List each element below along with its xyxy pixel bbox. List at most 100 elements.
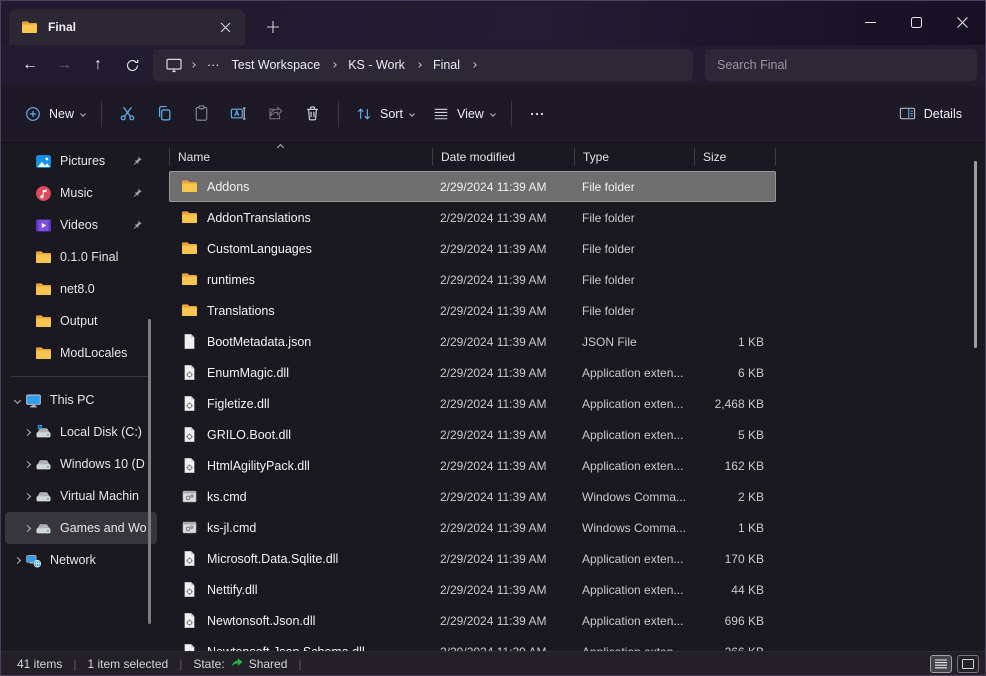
sidebar-item-net8-0[interactable]: net8.0 [5,273,157,305]
file-list-scrollbar[interactable] [974,161,977,348]
share-button[interactable] [257,96,294,132]
folder-icon [181,209,198,226]
file-size: 6 KB [694,366,776,380]
sidebar-item-videos[interactable]: Videos [5,209,157,241]
file-row-htmlagilitypack-dll[interactable]: HtmlAgilityPack.dll2/29/2024 11:39 AMApp… [169,450,776,481]
breadcrumb-segment-ks-work[interactable]: KS - Work [342,58,411,72]
refresh-icon[interactable] [115,50,149,80]
new-tab-icon[interactable] [261,15,285,39]
chevron-right-icon[interactable] [23,460,30,467]
file-row-grilo-boot-dll[interactable]: GRILO.Boot.dll2/29/2024 11:39 AMApplicat… [169,419,776,450]
chevron-right-icon[interactable] [190,62,196,68]
file-name: Nettify.dll [207,583,257,597]
sidebar-item-local-disk-c[interactable]: Local Disk (C:) [5,416,157,448]
date-modified: 2/29/2024 11:39 AM [432,242,574,256]
sidebar-item-pictures[interactable]: Pictures [5,145,157,177]
forward-arrow-icon[interactable]: → [47,50,81,80]
file-name: HtmlAgilityPack.dll [207,459,310,473]
sidebar-item-music[interactable]: Music [5,177,157,209]
chevron-down-icon[interactable] [13,396,20,403]
file-type: Application exten... [574,583,694,597]
file-explorer-window: Final ← → ↑ ···Test WorkspaceKS - [0,0,986,676]
delete-button[interactable] [294,96,331,132]
file-name: AddonTranslations [207,211,311,225]
file-row-customlanguages[interactable]: CustomLanguages2/29/2024 11:39 AMFile fo… [169,233,776,264]
file-size: 44 KB [694,583,776,597]
view-button[interactable]: View [423,96,504,132]
chevron-right-icon[interactable] [23,428,30,435]
chevron-right-icon[interactable] [23,524,30,531]
sidebar-item-0-1-0-final[interactable]: 0.1.0 Final [5,241,157,273]
sidebar-item-virtual-machin[interactable]: Virtual Machin [5,480,157,512]
sidebar-item-games-and-wo[interactable]: Games and Wo [5,512,157,544]
breadcrumb-segment-final[interactable]: Final [427,58,466,72]
search-input[interactable] [705,49,977,81]
breadcrumb-segment-test-workspace[interactable]: Test Workspace [226,58,327,72]
file-size: 2,468 KB [694,397,776,411]
column-header-type[interactable]: Type [574,148,694,166]
file-row-ks-cmd[interactable]: ks.cmd2/29/2024 11:39 AMWindows Comma...… [169,481,776,512]
file-type: File folder [574,273,694,287]
chevron-down-icon [409,111,415,117]
tab-title: Final [48,20,213,34]
file-row-microsoft-data-sqlite-dll[interactable]: Microsoft.Data.Sqlite.dll2/29/2024 11:39… [169,543,776,574]
sidebar-item-output[interactable]: Output [5,305,157,337]
chevron-right-icon[interactable] [23,492,30,499]
file-row-addontranslations[interactable]: AddonTranslations2/29/2024 11:39 AMFile … [169,202,776,233]
paste-button[interactable] [183,96,220,132]
details-button[interactable]: Details [889,96,971,132]
monitor-icon[interactable] [165,56,183,74]
more-button[interactable] [519,96,555,132]
file-size: 1 KB [694,335,776,349]
column-header-size[interactable]: Size [694,148,776,166]
file-row-newtonsoft-json-schema-dll[interactable]: Newtonsoft.Json.Schema.dll2/29/2024 11:3… [169,636,776,651]
sidebar-item-this-pc[interactable]: This PC [5,384,157,416]
file-row-newtonsoft-json-dll[interactable]: Newtonsoft.Json.dll2/29/2024 11:39 AMApp… [169,605,776,636]
chevron-right-icon[interactable] [471,62,477,68]
breadcrumb-overflow[interactable]: ··· [201,58,226,72]
column-header-name[interactable]: Name [169,148,432,166]
sidebar-item-windows-10-d[interactable]: Windows 10 (D [5,448,157,480]
chevron-right-icon[interactable] [416,62,422,68]
file-row-translations[interactable]: Translations2/29/2024 11:39 AMFile folde… [169,295,776,326]
sort-button[interactable]: Sort [346,96,423,132]
up-arrow-icon[interactable]: ↑ [81,50,115,80]
file-row-bootmetadata-json[interactable]: BootMetadata.json2/29/2024 11:39 AMJSON … [169,326,776,357]
file-row-runtimes[interactable]: runtimes2/29/2024 11:39 AMFile folder [169,264,776,295]
statusbar: 41 items | 1 item selected | State: Shar… [1,651,985,675]
file-type: Application exten... [574,614,694,628]
sidebar-scrollbar[interactable] [148,319,151,624]
chevron-right-icon[interactable] [331,62,337,68]
new-button-label: New [49,107,74,121]
file-name: Newtonsoft.Json.dll [207,614,315,628]
copy-button[interactable] [146,96,183,132]
new-button[interactable]: New [15,96,94,132]
minimize-icon[interactable] [847,1,893,43]
shared-icon [230,655,244,672]
chevron-right-icon[interactable] [13,556,20,563]
close-icon[interactable] [939,1,985,43]
statusbar-separator: | [73,657,76,671]
file-row-addons[interactable]: Addons2/29/2024 11:39 AMFile folder [169,171,776,202]
file-row-figletize-dll[interactable]: Figletize.dll2/29/2024 11:39 AMApplicati… [169,388,776,419]
column-header-date-modified[interactable]: Date modified [432,148,574,166]
close-tab-icon[interactable] [213,15,237,39]
sidebar-item-network[interactable]: Network [5,544,157,576]
pictures-icon [35,153,52,170]
pin-icon [131,219,143,231]
rename-button[interactable] [220,96,257,132]
pin-icon [131,155,143,167]
drive-icon [35,488,52,505]
large-icons-view-toggle[interactable] [957,655,979,673]
file-row-nettify-dll[interactable]: Nettify.dll2/29/2024 11:39 AMApplication… [169,574,776,605]
maximize-icon[interactable] [893,1,939,43]
cut-button[interactable] [109,96,146,132]
sidebar-item-modlocales[interactable]: ModLocales [5,337,157,369]
folder-icon [181,302,198,319]
back-arrow-icon[interactable]: ← [13,50,47,80]
file-row-ks-jl-cmd[interactable]: ks-jl.cmd2/29/2024 11:39 AMWindows Comma… [169,512,776,543]
tab-final[interactable]: Final [9,9,245,45]
details-view-toggle[interactable] [930,655,952,673]
file-row-enummagic-dll[interactable]: EnumMagic.dll2/29/2024 11:39 AMApplicati… [169,357,776,388]
folder-icon [35,313,52,330]
